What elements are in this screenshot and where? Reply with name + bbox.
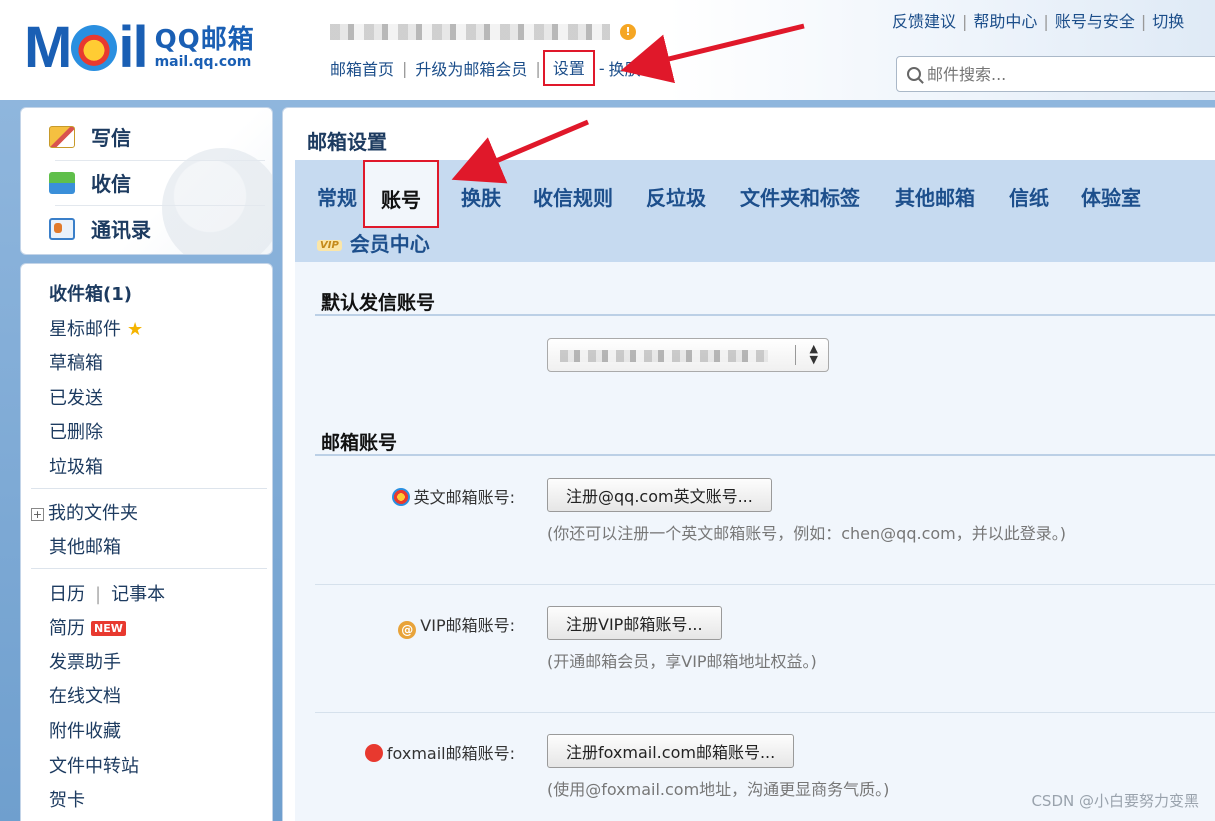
warning-icon[interactable]: ! — [620, 24, 636, 40]
nav-upgrade-member[interactable]: 升级为邮箱会员 — [415, 56, 527, 80]
hint-foxmail-account: (使用@foxmail.com地址，沟通更显商务气质。) — [547, 780, 890, 799]
hint-english-account: (你还可以注册一个英文邮箱账号，例如：chen@qq.com，并以此登录。) — [547, 524, 1066, 543]
mail-search — [896, 56, 1215, 92]
quick-actions-panel: 写信 收信 通讯录 — [20, 107, 273, 255]
folder-sent[interactable]: 已发送 — [49, 384, 103, 410]
csdn-watermark: CSDN @小白要努力变黑 — [1031, 792, 1199, 810]
nav-mail-home[interactable]: 邮箱首页 — [330, 56, 394, 80]
tab-account[interactable]: 账号 — [363, 160, 439, 228]
app-file-transfer[interactable]: 文件中转站 — [49, 752, 139, 778]
folder-deleted[interactable]: 已删除 — [49, 418, 103, 444]
search-input[interactable] — [927, 64, 1207, 84]
link-account-security[interactable]: 账号与安全 — [1055, 12, 1135, 31]
app-notes[interactable]: 记事本 — [111, 584, 165, 605]
logo-circle-icon — [71, 25, 118, 71]
settings-tabbar: 常规 账号 换肤 收信规则 反垃圾 文件夹和标签 其他邮箱 信纸 体验室 VIP… — [295, 160, 1215, 262]
nav-dash: - — [598, 58, 605, 78]
at-sign-icon: @ — [398, 621, 417, 639]
app-online-docs[interactable]: 在线文档 — [49, 682, 121, 708]
qq-mail-icon — [391, 488, 410, 506]
register-vip-account-button[interactable]: 注册VIP邮箱账号... — [547, 606, 722, 640]
select-arrows-icon: ▲ ▼ — [809, 342, 818, 366]
tab-other-mail[interactable]: 其他邮箱 — [895, 182, 975, 211]
link-switch[interactable]: 切换 — [1152, 12, 1184, 31]
penguin-watermark-icon — [162, 148, 272, 254]
tab-lab[interactable]: 体验室 — [1081, 182, 1141, 211]
user-account-blurred — [330, 24, 610, 40]
new-badge: NEW — [91, 621, 126, 636]
tab-skin[interactable]: 换肤 — [461, 182, 501, 211]
section-default-sender: 默认发信账号 — [321, 292, 436, 314]
top-links: 反馈建议 | 帮助中心 | 账号与安全 | 切换 — [892, 12, 1185, 31]
star-icon: ★ — [127, 319, 144, 340]
app-resume[interactable]: 简历 NEW — [49, 614, 126, 640]
link-feedback[interactable]: 反馈建议 — [892, 12, 956, 31]
tab-receive-rules[interactable]: 收信规则 — [533, 182, 613, 211]
logo-title: QQ邮箱 — [154, 25, 255, 55]
app-calendar-notes: 日历 | 记事本 — [49, 584, 166, 605]
folder-drafts[interactable]: 草稿箱 — [49, 349, 103, 375]
foxmail-icon — [364, 744, 383, 762]
link-help[interactable]: 帮助中心 — [973, 12, 1037, 31]
section-mail-accounts: 邮箱账号 — [321, 432, 398, 454]
account-settings-content: 默认发信账号 ▲ ▼ 邮箱账号 英文邮箱账号: 注册@qq.com英文账号... … — [295, 262, 1215, 821]
sender-address-blurred — [560, 350, 768, 362]
register-english-account-button[interactable]: 注册@qq.com英文账号... — [547, 478, 772, 512]
page-title: 邮箱设置 — [307, 130, 387, 154]
folder-starred[interactable]: 星标邮件 ★ — [49, 315, 143, 341]
receive-button[interactable]: 收信 — [49, 168, 131, 197]
label-foxmail-account: foxmail邮箱账号: — [364, 740, 515, 764]
top-header: Mil QQ邮箱 mail.qq.com ! 邮箱首页 | 升级为邮箱会员 | … — [0, 0, 1215, 100]
search-icon[interactable] — [907, 67, 921, 81]
label-vip-account: @ VIP邮箱账号: — [398, 612, 515, 639]
tab-anti-spam[interactable]: 反垃圾 — [646, 182, 706, 211]
compose-button[interactable]: 写信 — [49, 122, 131, 151]
folder-my-folders[interactable]: + 我的文件夹 — [31, 499, 138, 525]
default-sender-select[interactable]: ▲ ▼ — [547, 338, 829, 372]
qq-mail-logo[interactable]: Mil QQ邮箱 mail.qq.com — [24, 18, 255, 78]
contact-card-icon — [49, 217, 75, 240]
hint-vip-account: (开通邮箱会员，享VIP邮箱地址权益。) — [547, 652, 817, 671]
folder-inbox[interactable]: 收件箱(1) — [49, 280, 132, 306]
nav-settings[interactable]: 设置 — [542, 50, 595, 86]
logo-domain: mail.qq.com — [154, 54, 252, 70]
settings-main: 邮箱设置 常规 账号 换肤 收信规则 反垃圾 文件夹和标签 其他邮箱 信纸 体验… — [282, 107, 1215, 821]
inbox-download-icon — [49, 171, 75, 194]
label-english-account: 英文邮箱账号: — [391, 484, 515, 508]
folder-other-mail[interactable]: 其他邮箱 — [49, 533, 121, 559]
app-attachments[interactable]: 附件收藏 — [49, 717, 121, 743]
folder-nav-panel: 收件箱(1) 星标邮件 ★ 草稿箱 已发送 已删除 垃圾箱 + 我的文件夹 其他邮箱… — [20, 263, 273, 821]
tab-folders-labels[interactable]: 文件夹和标签 — [740, 182, 860, 211]
vip-icon: VIP — [317, 240, 342, 251]
register-foxmail-account-button[interactable]: 注册foxmail.com邮箱账号... — [547, 734, 795, 768]
tab-stationery[interactable]: 信纸 — [1009, 182, 1049, 211]
contacts-button[interactable]: 通讯录 — [49, 214, 151, 243]
expand-plus-icon[interactable]: + — [31, 508, 44, 521]
pencil-icon — [49, 125, 75, 148]
folder-spam[interactable]: 垃圾箱 — [49, 453, 103, 479]
top-nav: 邮箱首页 | 升级为邮箱会员 | 设置 - 换肤 — [330, 50, 641, 86]
tab-member-center[interactable]: VIP 会员中心 — [317, 228, 430, 257]
app-greeting-cards[interactable]: 贺卡 — [49, 786, 85, 812]
app-calendar[interactable]: 日历 — [49, 584, 85, 605]
tab-general[interactable]: 常规 — [317, 182, 357, 211]
app-invoice[interactable]: 发票助手 — [49, 648, 121, 674]
nav-skin[interactable]: 换肤 — [609, 56, 641, 80]
